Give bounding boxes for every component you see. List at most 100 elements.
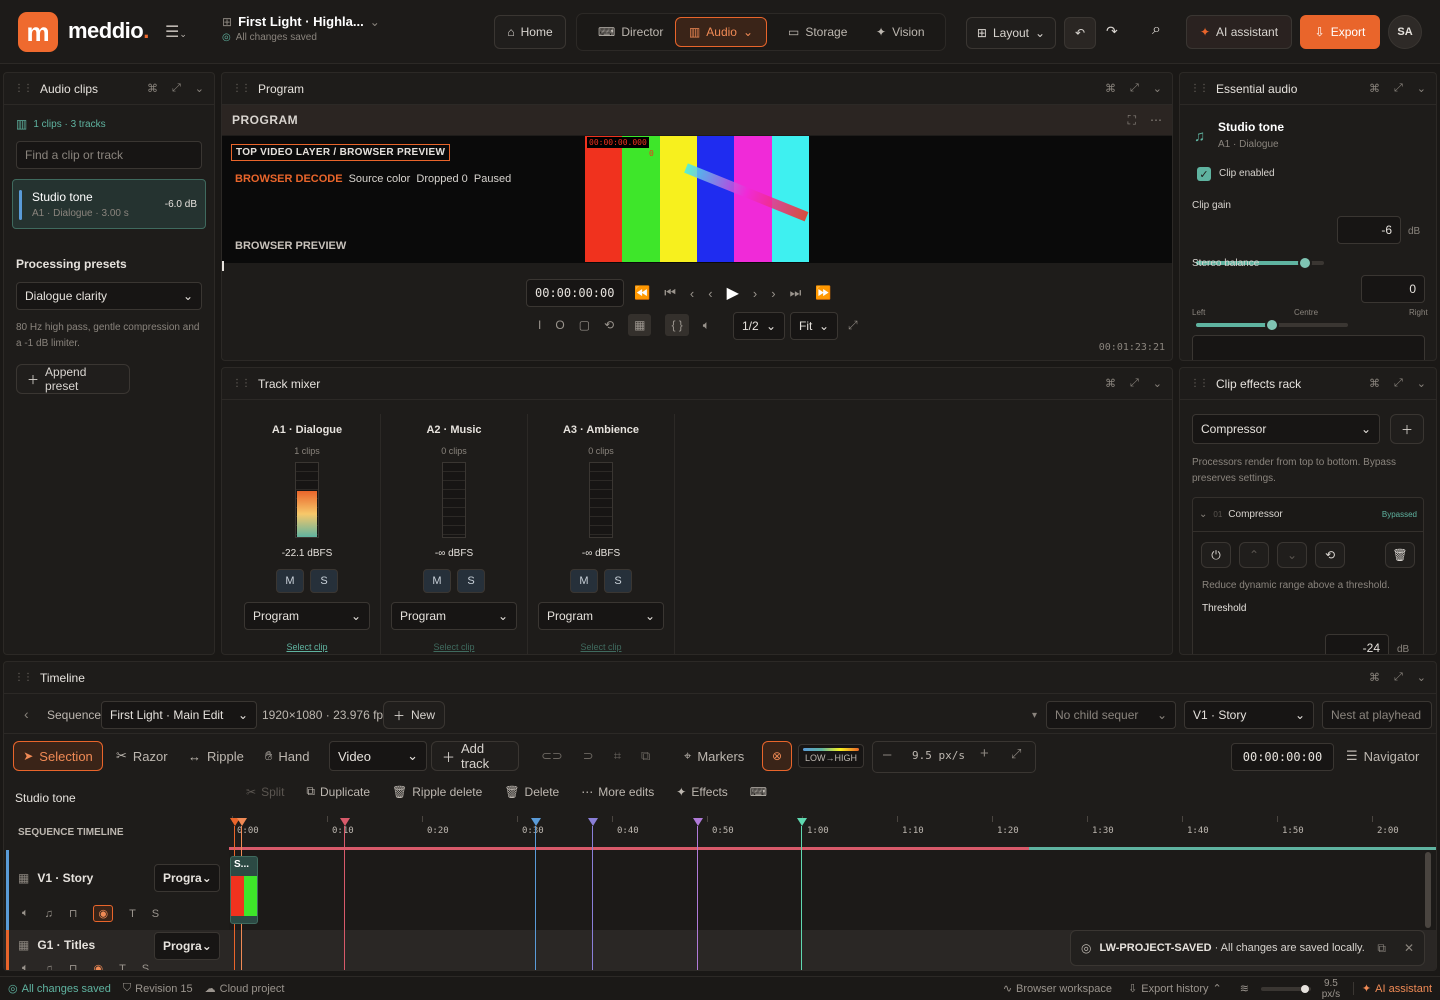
mute-button[interactable]: M xyxy=(570,569,598,593)
redo-button[interactable]: ↷ xyxy=(1106,23,1118,40)
snap-icon[interactable]: ⌗ xyxy=(614,748,621,764)
split-button[interactable]: ✂ Split xyxy=(246,785,284,799)
marker-flag[interactable] xyxy=(340,818,350,826)
marker-flag[interactable] xyxy=(588,818,598,826)
step-back-icon[interactable]: ‹ xyxy=(708,286,712,301)
grip-icon[interactable]: ⋮⋮ xyxy=(1190,83,1209,94)
channel-route-select[interactable]: Program ⌄ xyxy=(538,602,664,630)
razor-tool[interactable]: ✂ Razor xyxy=(108,741,176,771)
pin-icon[interactable]: ⌘ xyxy=(1369,82,1380,95)
play-icon[interactable]: ▶ xyxy=(727,283,739,303)
expand-icon[interactable]: ⤢ xyxy=(1130,82,1139,95)
fit-expand-icon[interactable]: ⤢ xyxy=(848,318,858,333)
home-button[interactable]: ⌂ Home xyxy=(494,15,566,49)
status-workspace[interactable]: ∿ Browser workspace xyxy=(1003,982,1112,996)
mark-in-button[interactable]: I xyxy=(538,318,541,332)
status-revision[interactable]: ⛉ Revision 15 xyxy=(123,982,193,995)
expand-icon[interactable]: ⤢ xyxy=(1394,377,1403,390)
grid-icon[interactable]: ▦ xyxy=(628,314,652,336)
safe-area-icon[interactable]: ▢ xyxy=(579,318,590,332)
status-zoom-slider[interactable] xyxy=(1260,984,1311,993)
pin-icon[interactable]: ⌘ xyxy=(1105,377,1116,390)
balance-slider[interactable] xyxy=(1196,318,1348,332)
marker-flag[interactable] xyxy=(797,818,807,826)
hand-tool[interactable]: ✋︎ Hand xyxy=(257,741,318,771)
markers-button[interactable]: ⌖ Markers xyxy=(676,741,752,771)
layers-icon[interactable]: ≋ xyxy=(1240,982,1249,995)
clip-enabled-checkbox[interactable]: ✓ xyxy=(1197,167,1211,181)
grip-icon[interactable]: ⋮⋮ xyxy=(14,672,33,683)
duplicate-button[interactable]: ⧉ Duplicate xyxy=(306,784,370,799)
zoom-select[interactable]: Fit ⌄ xyxy=(790,312,838,340)
status-cloud[interactable]: ☁ Cloud project xyxy=(205,982,285,996)
effects-button[interactable]: ✦ Effects xyxy=(676,785,728,799)
timeline-scrollbar[interactable] xyxy=(1425,852,1431,928)
scrub-marker[interactable] xyxy=(222,261,224,271)
status-zoom-knob[interactable] xyxy=(1300,984,1309,993)
marker-line[interactable] xyxy=(535,826,536,970)
pin-icon[interactable]: ⌘ xyxy=(1369,377,1380,390)
ripple-delete-button[interactable]: 🗑︎ Ripple delete xyxy=(392,785,482,799)
loop-icon[interactable]: ⟲ xyxy=(604,318,614,332)
rewind-icon[interactable]: ⏪ xyxy=(634,285,650,301)
select-clip-link[interactable]: Select clip xyxy=(528,642,674,652)
go-start-icon[interactable]: ⏮ xyxy=(664,285,676,301)
track-type-select[interactable]: Video ⌄ xyxy=(329,741,427,771)
prev-frame-icon[interactable]: ‹ xyxy=(690,286,694,301)
marker-line[interactable] xyxy=(697,826,698,970)
project-info[interactable]: ⊞ First Light · Highla... ⌄ ◎ All changes s… xyxy=(222,14,380,43)
marker-line[interactable] xyxy=(344,826,345,970)
zoom-fit-icon[interactable]: ⤢ xyxy=(1011,746,1021,762)
link-icon[interactable]: ⊂⊃ xyxy=(541,748,563,764)
gain-slider-knob[interactable] xyxy=(1297,256,1312,270)
chevron-down-icon[interactable]: ⌄ xyxy=(1417,671,1426,684)
lock-icon[interactable]: ⊓ xyxy=(69,962,78,970)
chevron-down-icon[interactable]: ⌄ xyxy=(1417,377,1426,390)
vision-tab[interactable]: ✦ Vision xyxy=(868,17,933,47)
selection-tool[interactable]: ➤ Selection xyxy=(13,741,103,771)
mute-button[interactable]: M xyxy=(423,569,451,593)
solo-button[interactable]: S xyxy=(604,569,632,593)
eye-icon[interactable]: ◉ xyxy=(93,962,103,970)
clip-item[interactable]: Studio tone A1 · Dialogue · 3.00 s -6.0 … xyxy=(12,179,206,229)
balance-slider-knob[interactable] xyxy=(1265,318,1279,332)
back-icon[interactable]: ‹ xyxy=(24,706,29,722)
volume-icon[interactable]: 🔈︎ xyxy=(22,907,29,920)
unlink-icon[interactable]: ⊃ xyxy=(583,748,594,764)
layout-button[interactable]: ⊞ Layout ⌄ xyxy=(966,17,1056,49)
ea-extra-field[interactable] xyxy=(1192,335,1425,360)
child-sequence-select[interactable]: No child sequer ⌄ xyxy=(1046,701,1176,729)
go-end-icon[interactable]: ⏭ xyxy=(790,285,802,301)
grip-icon[interactable]: ⋮⋮ xyxy=(232,378,251,389)
gain-input[interactable]: -6 xyxy=(1337,216,1401,244)
balance-input[interactable]: 0 xyxy=(1361,275,1425,303)
lock-icon[interactable]: ⊓ xyxy=(69,907,78,920)
g1-t-button[interactable]: T xyxy=(119,963,126,971)
copy-icon[interactable]: ⧉ xyxy=(1377,941,1386,956)
export-button[interactable]: ⇩ Export xyxy=(1300,15,1380,49)
magnet-button[interactable]: ⊗ xyxy=(762,741,792,771)
expand-icon[interactable]: ⤢ xyxy=(1394,82,1403,95)
reset-button[interactable]: ⟲ xyxy=(1315,542,1345,568)
fullscreen-icon[interactable]: ⛶ xyxy=(1128,113,1136,128)
bypass-button[interactable]: ⏻ xyxy=(1201,542,1231,568)
select-clip-link[interactable]: Select clip xyxy=(381,642,527,652)
expand-icon[interactable]: ⤢ xyxy=(172,82,181,95)
volume-icon[interactable]: 🔈︎ xyxy=(22,962,29,970)
marker-line[interactable] xyxy=(801,826,802,970)
grip-icon[interactable]: ⋮⋮ xyxy=(232,83,251,94)
g1-s-button[interactable]: S xyxy=(142,963,149,971)
add-track-button[interactable]: ＋ Add track xyxy=(431,741,519,771)
fast-forward-icon[interactable]: ⏩ xyxy=(815,285,831,301)
more-icon[interactable]: ⋯ xyxy=(1150,113,1162,128)
effect-select[interactable]: Compressor ⌄ xyxy=(1192,414,1380,444)
threshold-input[interactable]: -24 xyxy=(1325,634,1389,654)
preset-select[interactable]: Dialogue clarity ⌄ xyxy=(16,282,202,310)
sequence-select[interactable]: First Light · Main Edit ⌄ xyxy=(101,701,257,729)
ratio-select[interactable]: 1/2 ⌄ xyxy=(733,312,785,340)
headphones-icon[interactable]: ♫ xyxy=(45,963,53,971)
lowhigh-indicator[interactable]: LOW→HIGH xyxy=(798,744,864,768)
grip-icon[interactable]: ⋮⋮ xyxy=(14,83,33,94)
clip-search-input[interactable]: Find a clip or track xyxy=(16,141,202,169)
ai-assistant-button[interactable]: ✦ AI assistant xyxy=(1186,15,1292,49)
